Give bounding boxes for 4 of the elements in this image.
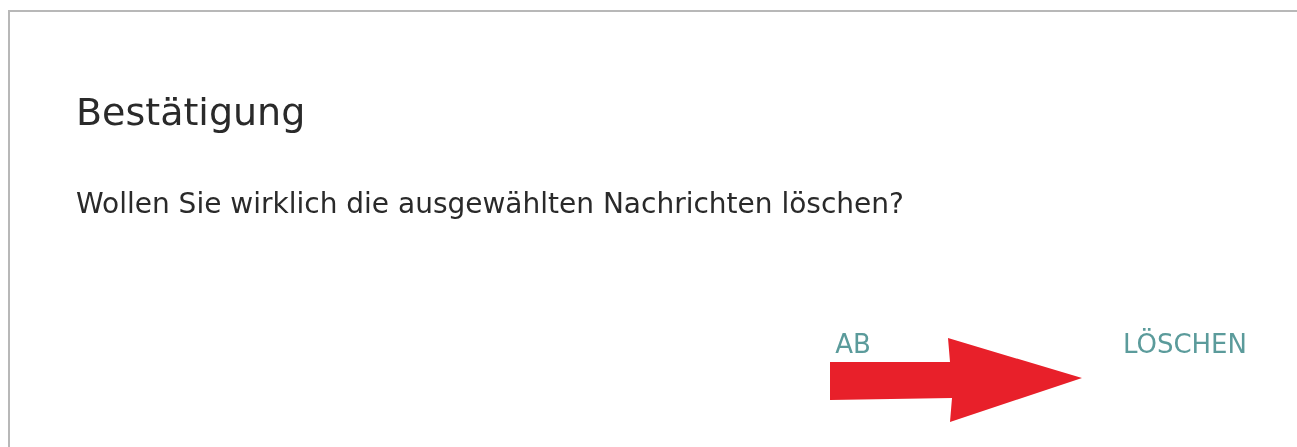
dialog-title: Bestätigung [76, 89, 307, 136]
dialog-message: Wollen Sie wirklich die ausgewählten Nachrichten löschen? [76, 186, 905, 222]
cancel-button[interactable]: AB [831, 326, 875, 362]
delete-button[interactable]: LÖSCHEN [1118, 326, 1251, 362]
